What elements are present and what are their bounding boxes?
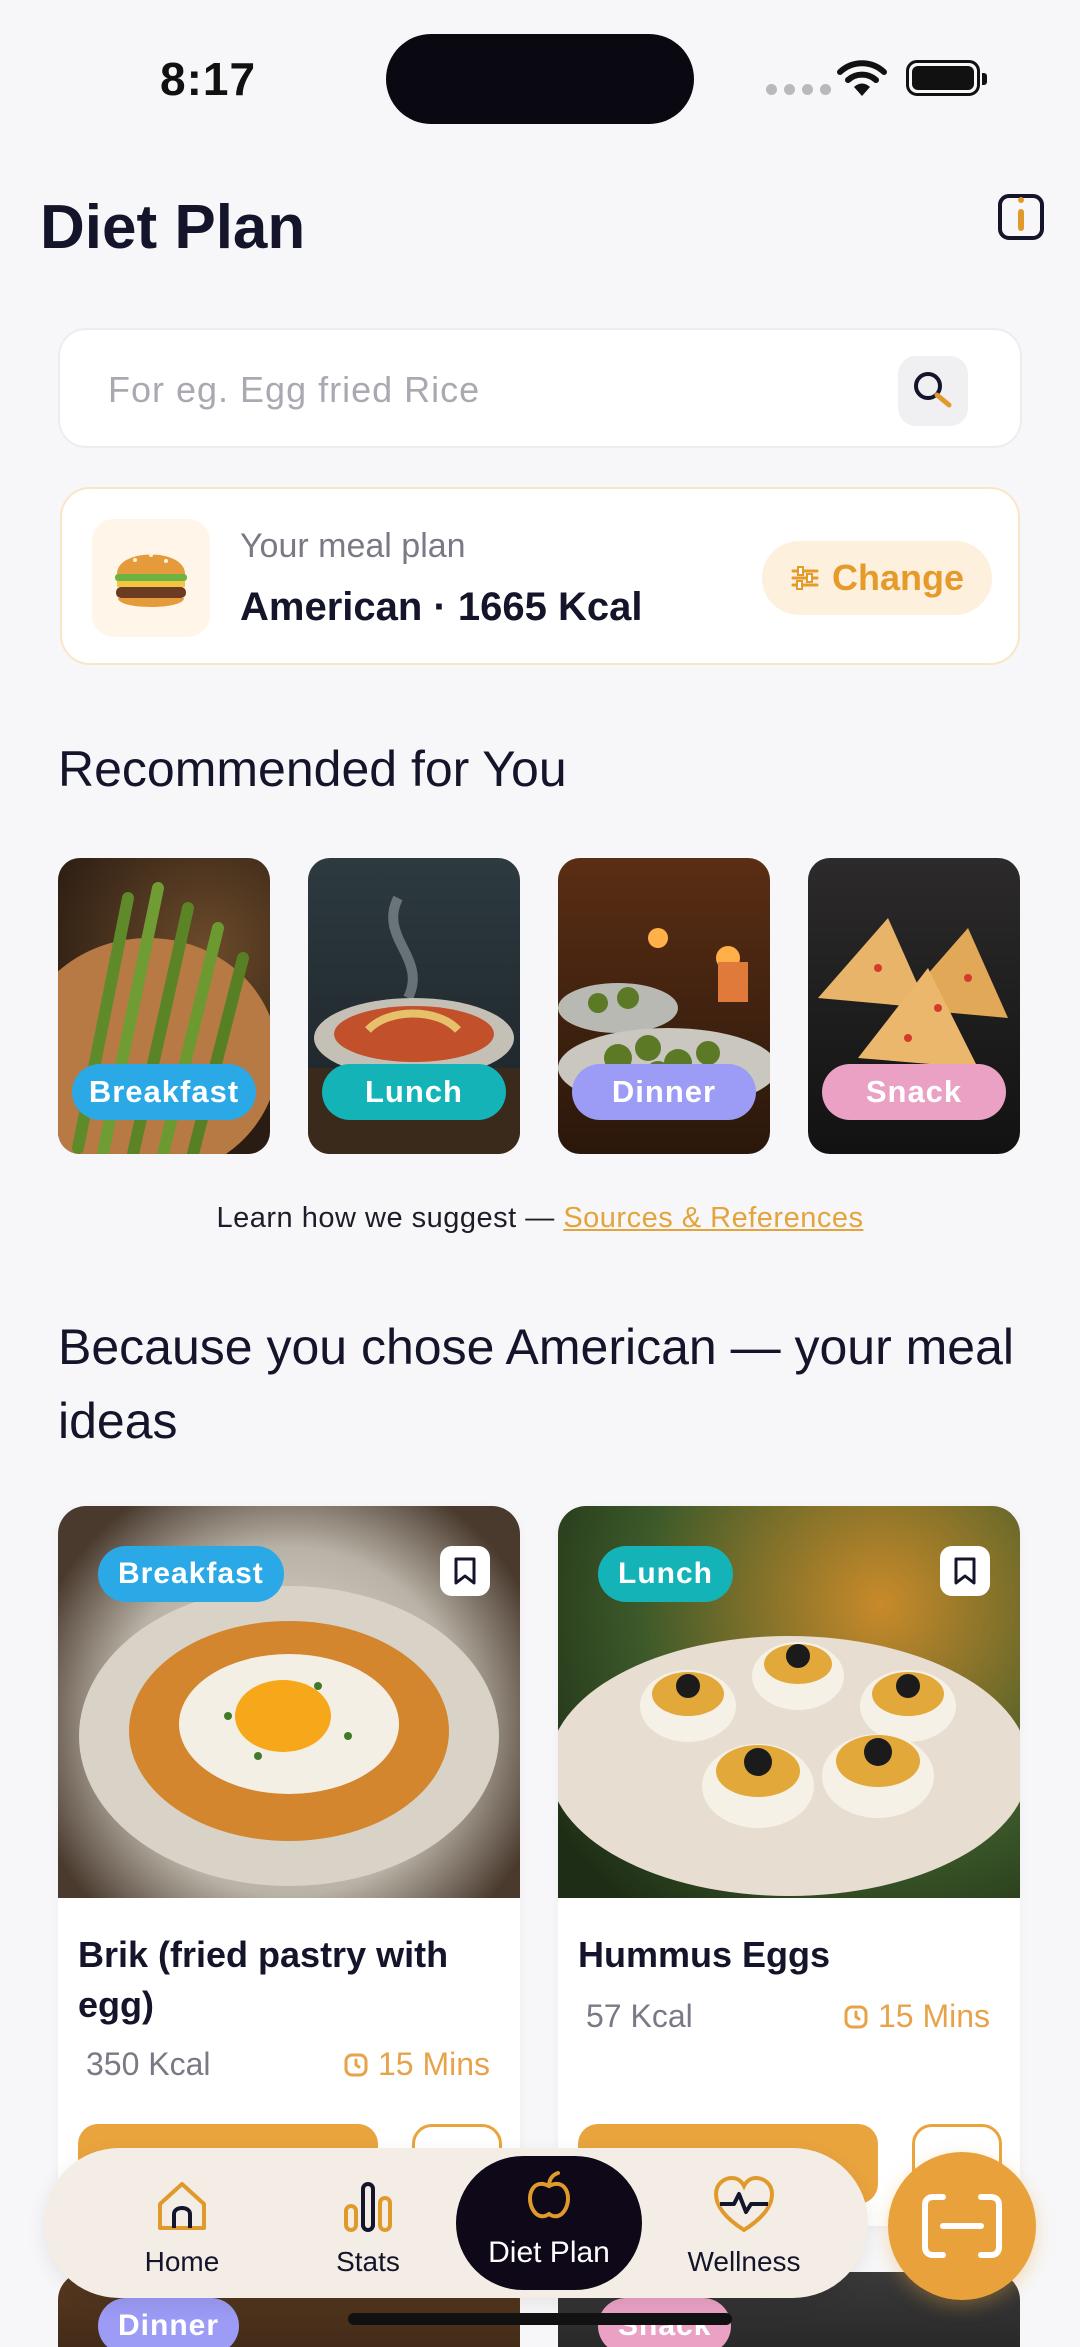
meal-card[interactable]: Lunch Hummus Eggs 57 Kcal 15 Mins: [558, 1506, 1020, 2226]
nav-label: Home: [144, 2246, 220, 2277]
home-icon: [158, 2182, 206, 2230]
nav-label: Wellness: [687, 2246, 801, 2277]
bottom-nav: Home Stats Diet Plan Wellness: [44, 2148, 868, 2298]
stats-icon: [344, 2182, 392, 2232]
nav-label: Stats: [336, 2246, 400, 2277]
recommended-label: Breakfast: [72, 1064, 256, 1120]
recommended-title: Recommended for You: [58, 741, 567, 797]
nav-item-home[interactable]: Home: [102, 2168, 262, 2278]
search-input[interactable]: [108, 360, 908, 420]
sources-references-link[interactable]: Sources & References: [563, 1202, 863, 1234]
meal-card[interactable]: Breakfast Brik (fried pastry with egg) 3…: [58, 1506, 520, 2226]
wifi-icon: [836, 58, 888, 103]
page-title: Diet Plan: [40, 193, 306, 262]
meal-time-value: 15 Mins: [378, 2046, 491, 2082]
heart-pulse-icon: [713, 2176, 775, 2233]
info-icon[interactable]: [998, 194, 1044, 240]
bookmark-icon[interactable]: [940, 1546, 990, 1596]
learn-prefix: Learn how we suggest —: [216, 1202, 564, 1234]
status-time: 8:17: [160, 53, 257, 105]
recommended-card-dinner[interactable]: Dinner: [558, 858, 770, 1154]
recommended-label: Lunch: [322, 1064, 506, 1120]
recommended-card-snack[interactable]: Snack: [808, 858, 1020, 1154]
home-indicator: [348, 2313, 732, 2325]
meal-kcal: 57 Kcal: [586, 1998, 693, 2034]
meal-tag: Lunch: [598, 1546, 733, 1602]
search-icon[interactable]: [898, 356, 968, 426]
meal-plan-label: Your meal plan: [240, 527, 466, 565]
bookmark-icon[interactable]: [440, 1546, 490, 1596]
search-bar: [58, 328, 1022, 448]
burger-icon: [92, 519, 210, 637]
nav-item-diet-plan[interactable]: Diet Plan: [456, 2156, 642, 2290]
meal-kcal: 350 Kcal: [86, 2046, 211, 2082]
clock-icon: [844, 2005, 868, 2028]
meal-ideas-title: Because you chose American — your meal i…: [58, 1319, 1015, 1449]
apple-icon: [528, 2171, 570, 2219]
meal-tag: Dinner: [98, 2298, 240, 2347]
sliders-icon: [791, 566, 819, 590]
recommended-card-breakfast[interactable]: Breakfast: [58, 858, 270, 1154]
meal-plan-value: American · 1665 Kcal: [240, 585, 643, 629]
battery-icon: [906, 60, 987, 96]
nav-item-stats[interactable]: Stats: [288, 2168, 448, 2278]
meal-name: Hummus Eggs: [578, 1934, 831, 1975]
scan-button[interactable]: [888, 2152, 1036, 2300]
cellular-signal-icon: [766, 84, 831, 95]
meal-time: 15 Mins: [844, 1998, 990, 2035]
meal-name: Brik (fried pastry with egg): [78, 1934, 449, 2025]
recommended-label: Dinner: [572, 1064, 756, 1120]
meal-plan-card: Your meal plan American · 1665 Kcal Chan…: [60, 487, 1020, 665]
change-label: Change: [831, 557, 964, 598]
recommended-label: Snack: [822, 1064, 1006, 1120]
nav-label: Diet Plan: [488, 2236, 610, 2269]
recommended-card-lunch[interactable]: Lunch: [308, 858, 520, 1154]
meal-time-value: 15 Mins: [878, 1998, 991, 2034]
meal-time: 15 Mins: [344, 2046, 490, 2083]
nav-item-wellness[interactable]: Wellness: [664, 2168, 824, 2278]
learn-how-text: Learn how we suggest — Sources & Referen…: [0, 1202, 1080, 1235]
meal-tag: Breakfast: [98, 1546, 284, 1602]
change-plan-button[interactable]: Change: [762, 541, 992, 615]
dynamic-island: [386, 34, 694, 124]
clock-icon: [344, 2053, 368, 2076]
scan-icon: [922, 2194, 1002, 2258]
